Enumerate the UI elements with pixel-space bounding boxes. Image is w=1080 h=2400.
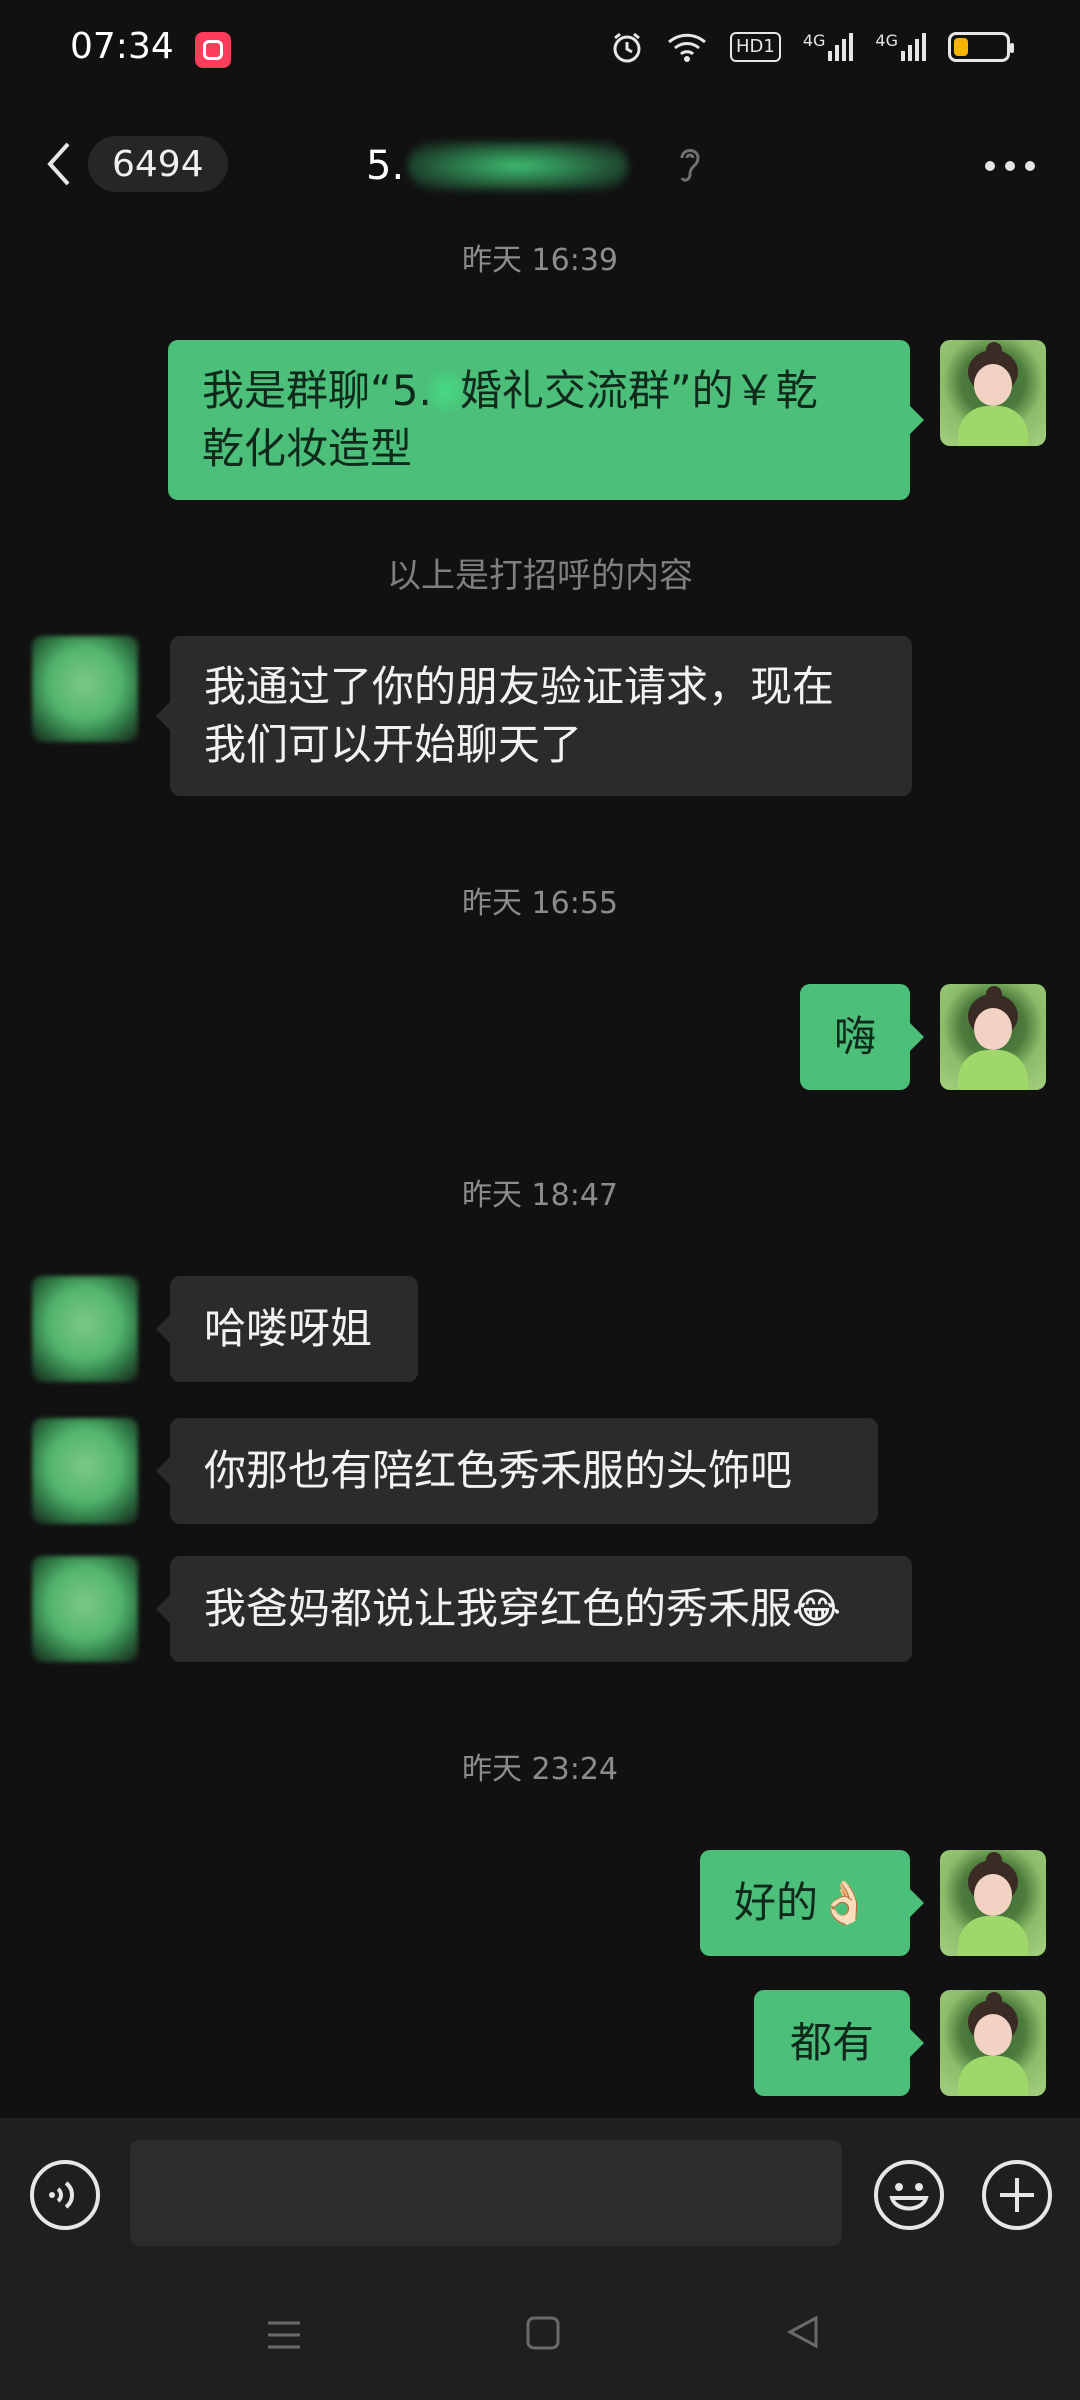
menu-icon[interactable] [264,2315,304,2355]
my-avatar[interactable] [940,984,1046,1090]
chat-title[interactable]: 5. [366,136,629,196]
contact-avatar[interactable] [32,1418,138,1524]
back-arrow-icon[interactable] [44,140,72,188]
redacted-blur [408,142,629,190]
my-avatar[interactable] [940,340,1046,446]
timestamp: 昨天 23:24 [462,1752,618,1787]
network-type-label: 4G [875,31,898,50]
home-icon[interactable] [524,2314,562,2352]
timestamp: 昨天 16:39 [462,243,618,278]
message-bubble-received[interactable]: 我爸妈都说让我穿红色的秀禾服😂 [170,1556,912,1662]
plus-icon[interactable] [980,2158,1054,2232]
timestamp: 昨天 18:47 [462,1178,618,1213]
earpiece-icon [680,149,700,182]
message-bubble-received[interactable]: 我通过了你的朋友验证请求，现在 我们可以开始聊天了 [170,636,912,796]
battery-icon [948,32,1014,62]
my-avatar[interactable] [940,1990,1046,2096]
wifi-icon [668,33,706,62]
chat-title-text: 5. [366,143,405,189]
message-bubble-sent[interactable]: 好的👌🏻 [700,1850,910,1956]
contact-avatar[interactable] [32,636,138,742]
status-time: 07:34 [70,26,174,67]
message-bubble-received[interactable]: 你那也有陪红色秀禾服的头饰吧 [170,1418,878,1524]
app-badge-icon [195,32,231,68]
message-line: 我们可以开始聊天了 [204,720,583,769]
message-bubble-sent[interactable]: 嗨 [800,984,910,1090]
voice-icon[interactable] [28,2158,102,2232]
signal-4g-icon: 4G [803,33,854,61]
message-line: 我是群聊“5. 婚礼交流群”的￥乾 [202,366,818,415]
hd-icon: HD1 [729,32,781,62]
emoji-icon[interactable] [872,2158,946,2232]
message-input[interactable] [130,2140,842,2246]
redacted-blur [425,369,466,413]
unread-count-badge[interactable]: 6494 [88,136,228,192]
status-icons: HD1 4G 4G [610,30,1014,64]
message-bubble-sent[interactable]: 都有 [754,1990,910,2096]
timestamp: 昨天 16:55 [462,886,618,921]
back-triangle-icon[interactable] [782,2312,822,2352]
alarm-icon [613,32,641,63]
contact-avatar[interactable] [32,1556,138,1662]
message-bubble-received[interactable]: 哈喽呀姐 [170,1276,418,1382]
message-line: 乾化妆造型 [202,424,413,473]
network-type-label: 4G [802,31,826,50]
contact-avatar[interactable] [32,1276,138,1382]
message-line: 我通过了你的朋友验证请求，现在 [204,662,835,711]
system-note: 以上是打招呼的内容 [387,556,693,596]
unread-count: 6494 [112,143,204,185]
my-avatar[interactable] [940,1850,1046,1956]
signal-4g-icon: 4G [875,33,926,61]
message-bubble-sent[interactable]: 我是群聊“5. 婚礼交流群”的￥乾 乾化妆造型 [168,340,910,500]
more-icon[interactable] [984,160,1036,172]
